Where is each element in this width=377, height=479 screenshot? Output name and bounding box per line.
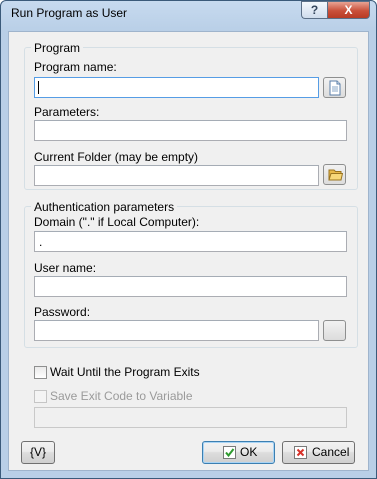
save-exit-code-label[interactable]: Save Exit Code to Variable: [50, 389, 193, 403]
window-title: Run Program as User: [11, 6, 128, 20]
red-x-icon: [294, 446, 307, 459]
dialog-client-area: Program Program name: Parameters: Curren…: [8, 31, 369, 471]
domain-label: Domain ("." if Local Computer):: [34, 215, 200, 229]
user-name-label: User name:: [34, 261, 97, 275]
green-check-icon: [223, 446, 236, 459]
text-caret: [38, 81, 39, 94]
cancel-button-label: Cancel: [312, 445, 350, 459]
domain-input[interactable]: [34, 231, 347, 252]
close-button[interactable]: X: [327, 1, 370, 19]
password-options-button[interactable]: [323, 320, 346, 341]
password-input[interactable]: [34, 320, 319, 341]
program-group-title: Program: [31, 41, 84, 55]
user-name-input[interactable]: [34, 276, 347, 297]
program-name-input[interactable]: [34, 77, 319, 98]
help-button[interactable]: ?: [301, 1, 327, 19]
title-bar[interactable]: Run Program as User ? X: [1, 1, 376, 25]
variables-button[interactable]: {V}: [21, 441, 55, 464]
document-icon: [329, 80, 341, 96]
browse-file-button[interactable]: [323, 77, 346, 98]
current-folder-input[interactable]: [34, 165, 319, 186]
cancel-button[interactable]: Cancel: [282, 441, 355, 464]
exit-code-variable-input[interactable]: [34, 407, 347, 428]
wait-until-exit-label[interactable]: Wait Until the Program Exits: [50, 365, 200, 379]
folder-icon: [328, 169, 343, 181]
program-name-label: Program name:: [34, 60, 117, 74]
dialog-window: Run Program as User ? X Program Program …: [0, 0, 377, 479]
current-folder-label: Current Folder (may be empty): [34, 150, 199, 164]
password-label: Password:: [34, 305, 91, 319]
wait-until-exit-checkbox[interactable]: [34, 366, 47, 379]
save-exit-code-checkbox[interactable]: [34, 390, 47, 403]
parameters-input[interactable]: [34, 120, 347, 141]
ok-button-label: OK: [240, 445, 258, 459]
browse-folder-button[interactable]: [323, 164, 346, 185]
parameters-label: Parameters:: [34, 105, 100, 119]
ok-button[interactable]: OK: [202, 441, 275, 464]
auth-group-title: Authentication parameters: [31, 200, 178, 214]
